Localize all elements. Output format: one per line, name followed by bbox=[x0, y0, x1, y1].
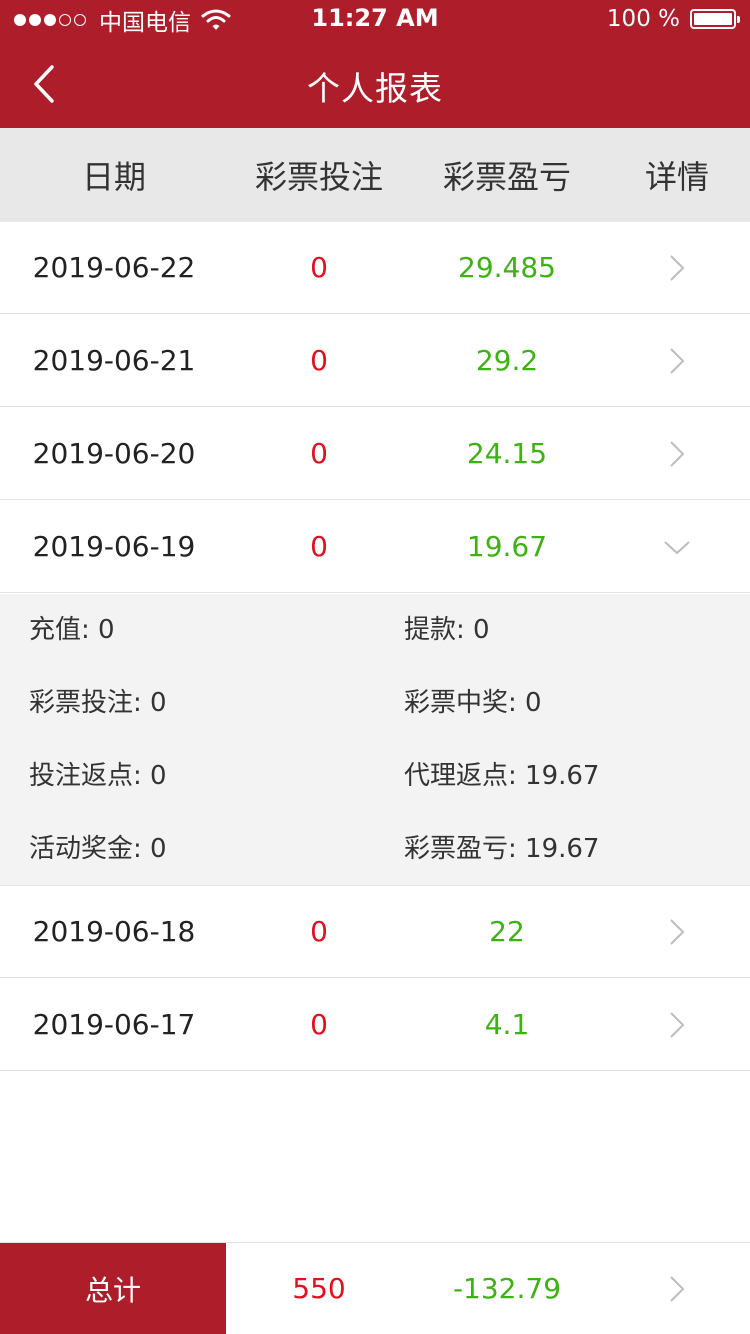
chevron-down-icon[interactable] bbox=[604, 501, 750, 592]
table-row[interactable]: 2019-06-20 0 24.15 bbox=[0, 408, 750, 500]
battery-icon bbox=[690, 9, 740, 29]
detail-lottery-win: 彩票中奖: 0 bbox=[404, 688, 542, 718]
status-bar: 中国电信 11:27 AM 100 % bbox=[0, 0, 750, 40]
row-date: 2019-06-17 bbox=[32, 1008, 196, 1041]
row-date: 2019-06-21 bbox=[32, 344, 196, 377]
chevron-right-icon[interactable] bbox=[604, 315, 750, 406]
row-date: 2019-06-18 bbox=[32, 915, 196, 948]
table-row[interactable]: 2019-06-17 0 4.1 bbox=[0, 979, 750, 1071]
detail-bet-rebate: 投注返点: 0 bbox=[29, 761, 167, 791]
row-profit: 22 bbox=[489, 915, 525, 948]
table-row-expanded[interactable]: 2019-06-19 0 19.67 bbox=[0, 501, 750, 593]
table-row[interactable]: 2019-06-22 0 29.485 bbox=[0, 222, 750, 314]
battery-percent: 100 % bbox=[606, 6, 680, 32]
detail-deposit: 充值: 0 bbox=[29, 615, 115, 645]
row-date: 2019-06-22 bbox=[32, 251, 196, 284]
totals-bar: 总计 550 -132.79 bbox=[0, 1242, 750, 1334]
nav-bar: 个人报表 bbox=[0, 40, 750, 128]
chevron-right-icon[interactable] bbox=[604, 408, 750, 499]
detail-event-bonus: 活动奖金: 0 bbox=[29, 834, 167, 864]
row-bet: 0 bbox=[310, 251, 328, 284]
chevron-right-icon[interactable] bbox=[604, 979, 750, 1070]
row-bet: 0 bbox=[310, 344, 328, 377]
row-date: 2019-06-20 bbox=[32, 437, 196, 470]
table-row[interactable]: 2019-06-21 0 29.2 bbox=[0, 315, 750, 407]
header-bet: 彩票投注 bbox=[254, 158, 383, 196]
row-profit: 29.485 bbox=[458, 251, 556, 284]
row-detail-panel: 充值: 0 提款: 0 彩票投注: 0 彩票中奖: 0 投注返点: 0 代理返点… bbox=[0, 594, 750, 886]
chevron-right-icon[interactable] bbox=[604, 222, 750, 313]
detail-agent-rebate: 代理返点: 19.67 bbox=[404, 761, 600, 791]
row-date: 2019-06-19 bbox=[32, 530, 196, 563]
detail-lottery-profit: 彩票盈亏: 19.67 bbox=[404, 834, 600, 864]
row-bet: 0 bbox=[310, 915, 328, 948]
header-profit: 彩票盈亏 bbox=[442, 158, 571, 196]
row-bet: 0 bbox=[310, 530, 328, 563]
status-right: 100 % bbox=[606, 4, 740, 34]
chevron-right-icon[interactable] bbox=[604, 1243, 750, 1334]
detail-lottery-bet: 彩票投注: 0 bbox=[29, 688, 167, 718]
table-header: 日期 彩票投注 彩票盈亏 详情 bbox=[0, 128, 750, 222]
header-detail: 详情 bbox=[644, 158, 709, 196]
chevron-right-icon[interactable] bbox=[604, 886, 750, 977]
row-profit: 24.15 bbox=[466, 437, 548, 470]
total-profit: -132.79 bbox=[452, 1272, 562, 1305]
page-title: 个人报表 bbox=[307, 69, 443, 108]
detail-withdrawal: 提款: 0 bbox=[404, 615, 490, 645]
row-profit: 19.67 bbox=[466, 530, 548, 563]
row-bet: 0 bbox=[310, 1008, 328, 1041]
row-profit: 29.2 bbox=[475, 344, 539, 377]
table-row[interactable]: 2019-06-18 0 22 bbox=[0, 886, 750, 978]
total-label: 总计 bbox=[0, 1243, 226, 1334]
row-bet: 0 bbox=[310, 437, 328, 470]
header-date: 日期 bbox=[81, 158, 146, 196]
row-profit: 4.1 bbox=[484, 1008, 530, 1041]
total-bet: 550 bbox=[292, 1272, 346, 1305]
